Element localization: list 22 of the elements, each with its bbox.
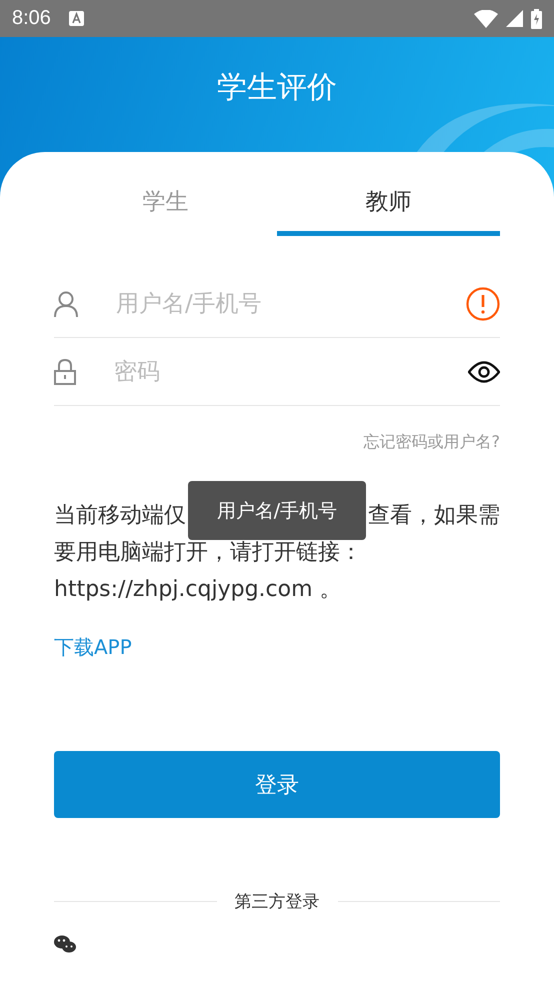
- tooltip: 用户名/手机号: [188, 481, 366, 540]
- lock-icon: [54, 358, 76, 384]
- third-party-label: 第三方登录: [234, 891, 320, 913]
- forgot-link[interactable]: 忘记密码或用户名?: [364, 432, 500, 451]
- header-title: 学生评价: [217, 69, 337, 107]
- battery-icon: [531, 8, 542, 28]
- eye-icon[interactable]: [468, 360, 500, 382]
- tab[interactable]: 学生: [54, 180, 277, 236]
- wechat-icon[interactable]: [54, 935, 76, 953]
- wifi-icon: [474, 10, 498, 28]
- username-field[interactable]: 用户名/手机号: [114, 290, 466, 318]
- notice-text: 查看，如果需: [368, 503, 500, 528]
- password-field[interactable]: 密码: [112, 358, 468, 386]
- keyboard-icon: [68, 11, 84, 26]
- tab[interactable]: 教师: [277, 180, 500, 236]
- login-button[interactable]: 登录: [54, 751, 500, 818]
- notice-text: 要用电脑端打开，请打开链接：https://zhpj.cqjypg.com 。: [54, 539, 363, 604]
- download-link[interactable]: 下载APP: [54, 634, 132, 661]
- notice-text: 当前移动端仅: [54, 503, 186, 528]
- signal-icon: [506, 10, 523, 27]
- user-icon: [54, 290, 78, 316]
- status-time: 8:06: [12, 7, 51, 30]
